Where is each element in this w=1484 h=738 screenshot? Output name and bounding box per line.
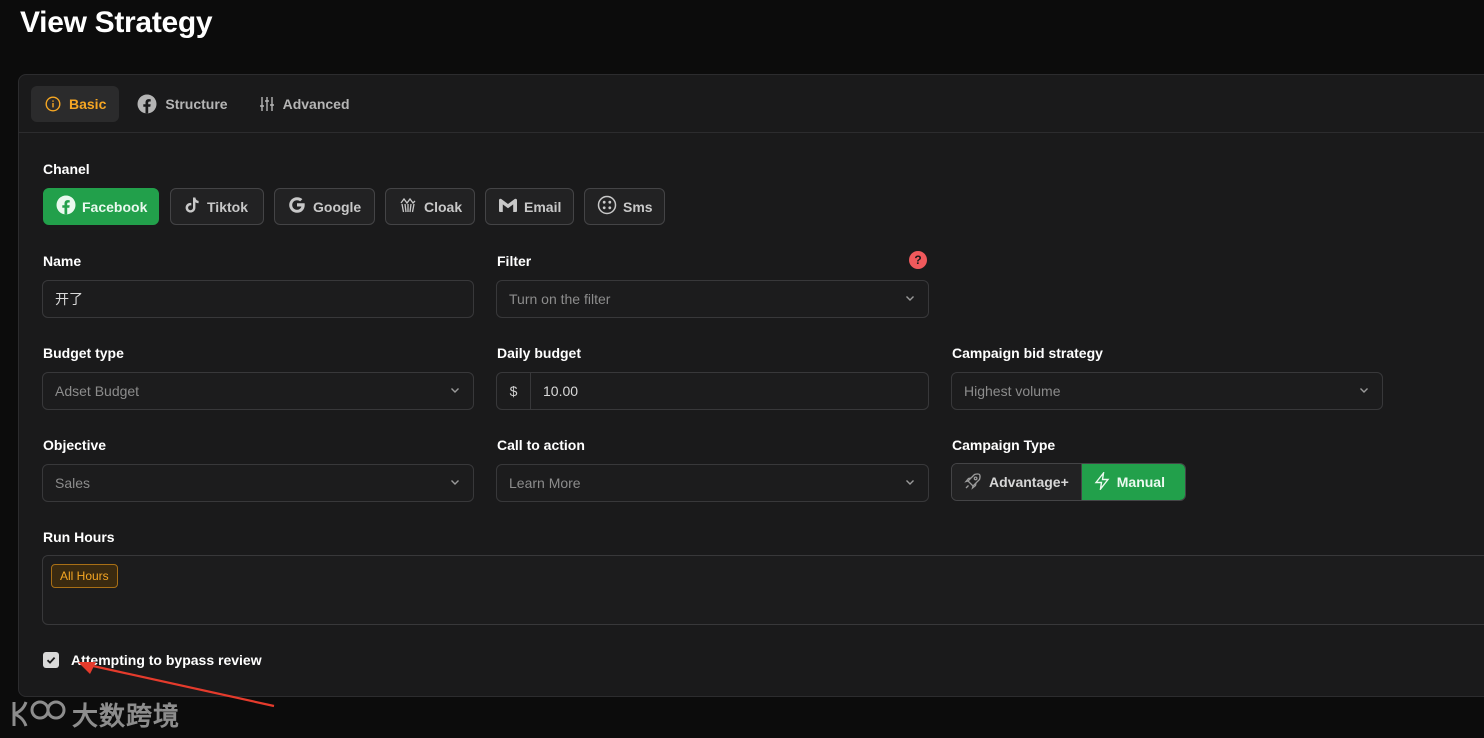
help-icon[interactable]: ? (909, 251, 927, 269)
chevron-down-icon (1358, 383, 1370, 399)
strategy-panel: Basic Structure Advanced Chanel Facebook… (18, 74, 1484, 697)
checkmark-icon (46, 656, 56, 664)
objective-label: Objective (43, 437, 107, 453)
facebook-icon (56, 195, 76, 218)
chevron-down-icon (449, 383, 461, 399)
filter-label: Filter (497, 253, 532, 269)
cta-select[interactable]: Learn More (496, 464, 929, 502)
filter-select[interactable]: Turn on the filter (496, 280, 929, 318)
chip-label: Tiktok (207, 198, 248, 215)
chevron-down-icon (449, 475, 461, 491)
tab-label: Basic (69, 95, 107, 112)
info-icon (45, 95, 61, 112)
daily-budget-value: 10.00 (543, 383, 579, 399)
objective-select[interactable]: Sales (42, 464, 474, 502)
objective-value: Sales (55, 475, 91, 491)
name-input[interactable]: 开了 (42, 280, 474, 318)
google-icon (287, 195, 307, 218)
channel-facebook-button[interactable]: Facebook (43, 188, 159, 225)
facebook-icon (137, 94, 157, 114)
budget-type-value: Adset Budget (55, 383, 140, 399)
bid-strategy-value: Highest volume (964, 383, 1061, 399)
tab-label: Structure (165, 95, 228, 112)
all-hours-tag[interactable]: All Hours (51, 564, 118, 588)
sms-icon (597, 195, 617, 218)
daily-budget-input[interactable]: $ 10.00 (496, 372, 929, 410)
watermark-text: 大数跨境 (72, 700, 181, 731)
channel-sms-button[interactable]: Sms (584, 188, 665, 225)
watermark-logo-icon (12, 700, 66, 727)
name-label: Name (43, 253, 82, 269)
chip-label: Cloak (424, 198, 463, 215)
gmail-icon (498, 197, 518, 216)
segment-label: Manual (1116, 474, 1165, 490)
campaign-type-toggle: Advantage+ Manual (951, 463, 1186, 501)
advantage-plus-button[interactable]: Advantage+ (952, 464, 1082, 500)
rocket-icon (964, 472, 982, 493)
bypass-review-checkbox[interactable] (43, 652, 59, 668)
daily-budget-label: Daily budget (497, 345, 582, 361)
page-title: View Strategy (20, 6, 213, 39)
chip-label: Google (313, 198, 362, 215)
chip-label: Email (524, 198, 562, 215)
chip-label: Sms (623, 198, 653, 215)
bolt-icon (1094, 469, 1110, 493)
name-value: 开了 (55, 291, 83, 307)
cta-value: Learn More (509, 475, 581, 491)
tiktok-icon (183, 196, 201, 217)
sliders-icon (259, 96, 275, 112)
budget-type-select[interactable]: Adset Budget (42, 372, 474, 410)
chevron-down-icon (904, 475, 916, 491)
tab-structure[interactable]: Structure (123, 86, 240, 122)
cloak-icon (398, 195, 418, 218)
channel-tiktok-button[interactable]: Tiktok (170, 188, 264, 225)
tab-label: Advanced (282, 95, 350, 112)
currency-prefix: $ (497, 373, 531, 409)
channel-email-button[interactable]: Email (485, 188, 574, 225)
run-hours-label: Run Hours (43, 529, 115, 545)
cta-label: Call to action (497, 437, 585, 453)
channel-label: Chanel (43, 161, 90, 177)
tab-bar: Basic Structure Advanced (19, 75, 1484, 133)
tab-advanced[interactable]: Advanced (245, 86, 363, 122)
filter-placeholder: Turn on the filter (509, 291, 611, 307)
channel-google-button[interactable]: Google (274, 188, 375, 225)
budget-type-label: Budget type (43, 345, 124, 361)
manual-button[interactable]: Manual (1081, 464, 1185, 500)
segment-label: Advantage+ (989, 474, 1069, 490)
chip-label: Facebook (82, 198, 148, 215)
tab-basic[interactable]: Basic (31, 85, 120, 122)
bid-strategy-select[interactable]: Highest volume (951, 372, 1383, 410)
run-hours-field[interactable]: All Hours (42, 555, 1484, 625)
campaign-type-label: Campaign Type (952, 437, 1056, 453)
channel-cloak-button[interactable]: Cloak (385, 188, 475, 225)
bid-strategy-label: Campaign bid strategy (952, 345, 1103, 361)
watermark: 大数跨境 (10, 694, 180, 734)
chevron-down-icon (904, 291, 916, 307)
